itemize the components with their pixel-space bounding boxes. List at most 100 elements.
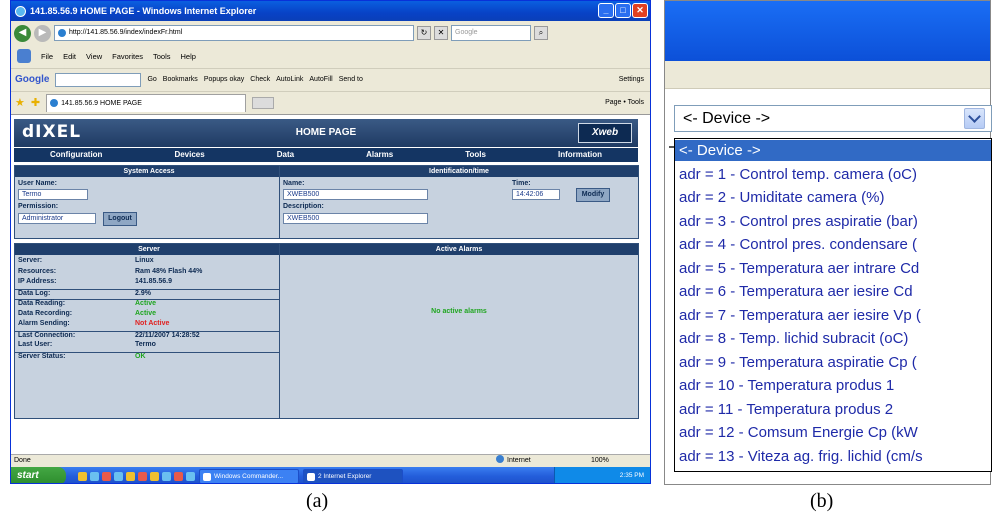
permission-field[interactable]: Administrator <box>18 213 96 224</box>
server-row-key: Last User: <box>18 341 53 348</box>
zoom-level[interactable]: 100% <box>591 455 609 466</box>
device-select[interactable]: <- Device -> <box>674 105 992 132</box>
popups-button[interactable]: Popups okay <box>204 76 244 83</box>
device-option[interactable]: adr = 13 - Viteza ag. frig. lichid (cm/s <box>675 446 991 467</box>
device-option[interactable]: adr = 2 - Umiditate camera (%) <box>675 187 991 208</box>
device-option[interactable]: adr = 12 - Comsum Energie Cp (kW <box>675 422 991 443</box>
search-icon[interactable]: ⌕ <box>534 26 548 40</box>
taskbar-item-commander[interactable]: Windows Commander... <box>199 468 299 483</box>
nav-devices[interactable]: Devices <box>174 148 204 162</box>
server-row: Alarm Sending: Not Active <box>15 320 283 330</box>
name-field[interactable]: XWEB500 <box>283 189 428 200</box>
autofill-button[interactable]: AutoFill <box>309 76 332 83</box>
address-input[interactable]: http://141.85.56.9/index/indexFr.html <box>54 25 414 41</box>
bookmarks-button[interactable]: Bookmarks <box>163 76 198 83</box>
device-option[interactable]: adr = 3 - Control pres aspiratie (bar) <box>675 211 991 232</box>
server-row-key: Data Recording: <box>18 309 73 317</box>
nav-configuration[interactable]: Configuration <box>50 148 102 162</box>
settings-button[interactable]: Settings <box>619 76 644 83</box>
taskbar-item-ie[interactable]: 2 Internet Explorer <box>303 468 403 483</box>
search-input[interactable]: Google <box>451 25 531 41</box>
time-field[interactable]: 14:42:06 <box>512 189 560 200</box>
device-option[interactable]: adr = 9 - Temperatura aspiratie Cp ( <box>675 352 991 373</box>
nav-tools[interactable]: Tools <box>465 148 486 162</box>
tab-home-page[interactable]: 141.85.56.9 HOME PAGE <box>46 93 247 112</box>
page-tools-menu[interactable]: Page • Tools <box>605 99 644 106</box>
server-row-key: Data Reading: <box>18 300 66 307</box>
tab-bar: ★ ✚ 141.85.56.9 HOME PAGE Page • Tools <box>11 91 650 113</box>
google-search-input[interactable] <box>55 72 142 87</box>
user-name-field[interactable]: Termo <box>18 189 88 200</box>
forward-icon[interactable]: ▶ <box>34 24 51 42</box>
server-row-key: Data Log: <box>18 289 51 297</box>
status-bar: Done Internet 100% <box>11 454 650 466</box>
description-field[interactable]: XWEB500 <box>283 213 428 224</box>
autolink-button[interactable]: AutoLink <box>276 76 303 83</box>
nav-alarms[interactable]: Alarms <box>366 148 393 162</box>
modify-button[interactable]: Modify <box>576 188 610 202</box>
server-row-value: 22/11/2007 14:28:52 <box>135 331 200 339</box>
server-row-key: Alarm Sending: <box>18 320 70 327</box>
device-option[interactable]: <- Device -> <box>675 140 991 161</box>
server-row: IP Address: 141.85.56.9 <box>15 278 283 288</box>
address-toolbar: ◀ ▶ http://141.85.56.9/index/indexFr.htm… <box>11 22 650 44</box>
system-access-header: System Access <box>15 166 283 177</box>
back-icon[interactable]: ◀ <box>14 24 31 42</box>
quick-launch-icon[interactable] <box>162 471 171 481</box>
quick-launch-icon[interactable] <box>90 471 99 481</box>
toolbar-strip <box>665 61 990 89</box>
quick-launch-icon[interactable] <box>102 471 111 481</box>
minimize-button[interactable]: _ <box>598 3 614 18</box>
menu-file[interactable]: File <box>41 52 53 61</box>
quick-launch-icon[interactable] <box>126 471 135 481</box>
menu-tools[interactable]: Tools <box>153 52 171 61</box>
close-button[interactable]: ✕ <box>632 3 648 18</box>
quick-launch-icon[interactable] <box>186 471 195 481</box>
main-nav: Configuration Devices Data Alarms Tools … <box>14 148 638 162</box>
window-titlebar <box>665 1 990 61</box>
maximize-button[interactable]: □ <box>615 3 631 18</box>
window-title: 141.85.56.9 HOME PAGE - Windows Internet… <box>30 6 257 16</box>
check-button[interactable]: Check <box>250 76 270 83</box>
chevron-down-icon[interactable] <box>964 108 985 129</box>
sendto-button[interactable]: Send to <box>339 76 363 83</box>
server-row-value: Ram 48% Flash 44% <box>135 267 203 275</box>
quick-launch-icon[interactable] <box>150 471 159 481</box>
device-option[interactable]: adr = 6 - Temperatura aer iesire Cd <box>675 281 991 302</box>
quick-launch-icon[interactable] <box>78 471 87 481</box>
stop-icon[interactable]: ✕ <box>434 26 448 40</box>
ie-window: 141.85.56.9 HOME PAGE - Windows Internet… <box>10 0 651 484</box>
device-option[interactable]: adr = 8 - Temp. lichid subracit (oC) <box>675 328 991 349</box>
device-option[interactable]: adr = 7 - Temperatura aer iesire Vp ( <box>675 305 991 326</box>
new-tab-button[interactable] <box>252 96 275 109</box>
identification-panel: Identification/time Name: XWEB500 Descri… <box>279 165 639 239</box>
server-row-key: Last Connection: <box>18 331 76 339</box>
server-row-key: Resources: <box>18 267 57 275</box>
device-option[interactable]: adr = 11 - Temperatura produs 2 <box>675 399 991 420</box>
device-option[interactable]: adr = 1 - Control temp. camera (oC) <box>675 164 991 185</box>
menu-view[interactable]: View <box>86 52 102 61</box>
menu-edit[interactable]: Edit <box>63 52 76 61</box>
menu-favorites[interactable]: Favorites <box>112 52 143 61</box>
device-select-value: <- Device -> <box>683 110 771 127</box>
device-option[interactable]: adr = 10 - Temperatura produs 1 <box>675 375 991 396</box>
server-row: Server: Linux <box>15 257 283 267</box>
server-header: Server <box>15 244 283 255</box>
system-access-panel: System Access User Name: Termo Permissio… <box>14 165 284 239</box>
nav-data[interactable]: Data <box>277 148 294 162</box>
server-row-key: Server: <box>18 257 43 264</box>
device-option[interactable]: adr = 5 - Temperatura aer intrare Cd <box>675 258 991 279</box>
quick-launch-icon[interactable] <box>138 471 147 481</box>
add-favorite-icon[interactable]: ✚ <box>31 96 40 109</box>
refresh-icon[interactable]: ↻ <box>417 26 431 40</box>
logout-button[interactable]: Logout <box>103 212 137 226</box>
menu-help[interactable]: Help <box>181 52 196 61</box>
quick-launch-icon[interactable] <box>114 471 123 481</box>
favorites-star-icon[interactable]: ★ <box>15 96 25 109</box>
google-go-button[interactable]: Go <box>147 76 156 83</box>
server-row: Server Status: OK <box>15 351 283 362</box>
start-button[interactable]: start <box>11 467 66 483</box>
quick-launch-icon[interactable] <box>174 471 183 481</box>
nav-information[interactable]: Information <box>558 148 602 162</box>
device-option[interactable]: adr = 4 - Control pres. condensare ( <box>675 234 991 255</box>
